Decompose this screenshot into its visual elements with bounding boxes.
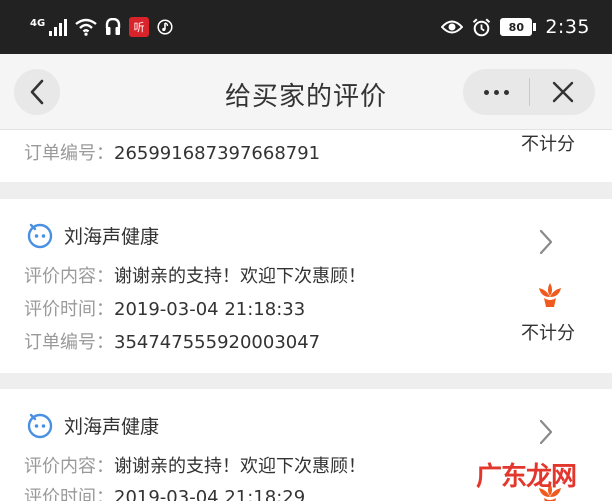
battery-level: 80 bbox=[500, 18, 533, 36]
alarm-icon bbox=[473, 17, 491, 36]
review-time-row: 评价时间：2019-03-04 21:18:33 bbox=[24, 295, 305, 321]
status-left: 4G 听 bbox=[30, 14, 173, 40]
review-card[interactable]: 刘海声健康 评价内容：谢谢亲的支持！欢迎下次惠顾！ 评价时间：2019-03-0… bbox=[0, 199, 612, 373]
shop-avatar-icon bbox=[27, 413, 53, 439]
review-content-label: 评价内容： bbox=[24, 266, 114, 287]
card-chevron[interactable] bbox=[538, 418, 554, 450]
review-content-label: 评价内容： bbox=[24, 456, 114, 477]
review-time-row: 评价时间：2019-03-04 21:18:29 bbox=[24, 483, 305, 501]
order-number-value: 265991687397668791 bbox=[114, 143, 321, 164]
eye-comfort-icon bbox=[441, 20, 464, 34]
review-content-row: 评价内容：谢谢亲的支持！欢迎下次惠顾！ bbox=[24, 262, 366, 288]
more-dot-icon bbox=[483, 89, 489, 95]
order-number-row: 订单编号：354747555920003047 bbox=[24, 328, 320, 354]
watermark-logo: 广东龙网 bbox=[476, 461, 577, 491]
status-time: 2:35 bbox=[545, 16, 590, 38]
close-button[interactable] bbox=[530, 69, 595, 115]
review-card[interactable]: 订单编号：265991687397668791 不计分 bbox=[0, 130, 612, 182]
review-time-label: 评价时间： bbox=[24, 299, 114, 320]
review-time-label: 评价时间： bbox=[24, 487, 114, 501]
review-content-value: 谢谢亲的支持！欢迎下次惠顾！ bbox=[114, 456, 366, 477]
flower-icon bbox=[539, 283, 561, 307]
close-icon bbox=[552, 81, 573, 103]
chevron-right-icon bbox=[539, 419, 553, 445]
order-number-value: 354747555920003047 bbox=[114, 332, 321, 353]
review-content-row: 评价内容：谢谢亲的支持！欢迎下次惠顾！ bbox=[24, 452, 366, 478]
shop-name: 刘海声健康 bbox=[64, 415, 160, 438]
score-status: 不计分 bbox=[521, 134, 575, 155]
order-number-row: 订单编号：265991687397668791 bbox=[24, 139, 320, 165]
order-number-label: 订单编号： bbox=[24, 332, 114, 353]
more-button[interactable] bbox=[463, 69, 529, 115]
shop-row: 刘海声健康 bbox=[26, 221, 159, 249]
shop-row: 刘海声健康 bbox=[26, 411, 159, 439]
signal-icon bbox=[49, 18, 68, 36]
card-chevron[interactable] bbox=[538, 228, 554, 260]
score-status: 不计分 bbox=[521, 323, 575, 344]
music-notification-icon bbox=[157, 19, 173, 35]
status-right: 80 2:35 bbox=[441, 14, 590, 40]
review-content-value: 谢谢亲的支持！欢迎下次惠顾！ bbox=[114, 266, 366, 287]
shop-name: 刘海声健康 bbox=[64, 225, 160, 248]
chevron-right-icon bbox=[539, 229, 553, 255]
headset-icon bbox=[105, 18, 121, 35]
nav-bar: 给买家的评价 bbox=[0, 54, 612, 130]
review-time-value: 2019-03-04 21:18:29 bbox=[114, 487, 306, 501]
shop-avatar-icon bbox=[27, 223, 53, 249]
network-type: 4G bbox=[30, 17, 46, 29]
mini-program-capsule bbox=[463, 69, 595, 115]
wifi-icon bbox=[75, 18, 97, 36]
review-time-value: 2019-03-04 21:18:33 bbox=[114, 299, 306, 320]
more-dot-icon bbox=[503, 89, 509, 95]
order-number-label: 订单编号： bbox=[24, 143, 114, 164]
battery-icon: 80 bbox=[500, 18, 537, 36]
status-bar: 4G 听 80 2:35 bbox=[0, 0, 612, 54]
more-dot-icon bbox=[493, 89, 499, 95]
app-notification-icon: 听 bbox=[129, 17, 150, 37]
